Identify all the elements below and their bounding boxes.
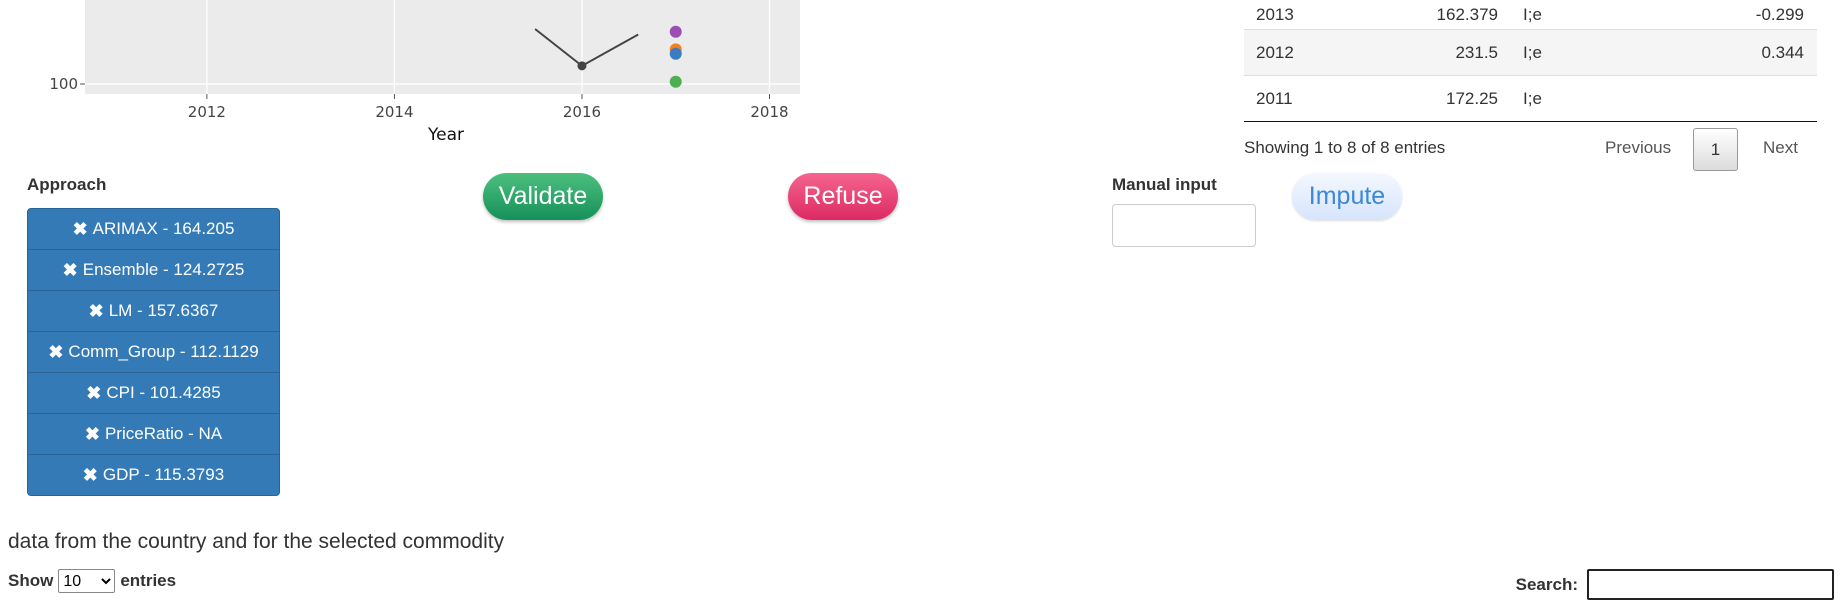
approach-item-label: LM - 157.6367 [108, 301, 219, 320]
remove-icon[interactable]: ✖ [86, 383, 101, 404]
length-entries-label: entries [120, 571, 177, 590]
table-length-control: Show 10 entries [8, 569, 176, 593]
cell-value: 162.379 [1436, 4, 1498, 24]
chart-points [669, 25, 682, 88]
approach-item-label: ARIMAX - 164.205 [92, 219, 235, 238]
validate-button[interactable]: Validate [483, 173, 603, 220]
approach-item[interactable]: ✖ Ensemble - 124.2725 [28, 249, 279, 290]
cell-change: -0.299 [1755, 4, 1804, 24]
approach-item[interactable]: ✖ ARIMAX - 164.205 [28, 209, 279, 249]
approach-item-label: Ensemble - 124.2725 [82, 260, 245, 279]
cell-year: 2011 [1244, 75, 1384, 122]
search-input[interactable] [1587, 569, 1834, 600]
cell-value: 231.5 [1384, 29, 1498, 76]
cell-change: 0.344 [1673, 29, 1817, 76]
plot-area [85, 0, 800, 94]
approach-item[interactable]: ✖ Comm_Group - 112.1129 [28, 331, 279, 372]
approach-item-label: GDP - 115.3793 [102, 465, 225, 484]
remove-icon[interactable]: ✖ [63, 260, 78, 281]
x-tick-label: 2014 [375, 103, 413, 121]
approach-item-label: PriceRatio - NA [104, 424, 223, 443]
series-point [577, 61, 587, 71]
data-table: 2013 162.379 I;e -0.299 2012 231.5 I;e 0.344 201… [1244, 0, 1817, 122]
remove-icon[interactable]: ✖ [73, 219, 88, 240]
pagination-previous[interactable]: Previous [1605, 138, 1671, 158]
cell-change [1673, 75, 1817, 122]
cell-flag: I;e [1498, 29, 1673, 76]
table-info: Showing 1 to 8 of 8 entries [1244, 138, 1446, 157]
x-axis-title: Year [427, 125, 464, 145]
approach-item-label: Comm_Group - 112.1129 [68, 342, 259, 361]
approach-item[interactable]: ✖ GDP - 115.3793 [28, 454, 279, 495]
approach-point [669, 47, 682, 60]
cell-year: 2013 [1256, 4, 1294, 24]
cell-year: 2012 [1244, 29, 1384, 76]
length-show-label: Show [8, 571, 54, 590]
x-tick-label: 2016 [563, 103, 601, 121]
approach-label: Approach [27, 175, 107, 194]
table-row: 2012 231.5 I;e 0.344 [1244, 29, 1817, 76]
time-series-chart: 2012 2014 2016 2018 100 Year [49, 0, 800, 145]
pagination-page-1[interactable]: 1 [1693, 128, 1738, 171]
entries-per-page-select[interactable]: 10 [58, 569, 116, 593]
manual-input-label: Manual input [1112, 175, 1217, 194]
section-caption: data from the country and for the select… [8, 530, 505, 553]
approach-item[interactable]: ✖ CPI - 101.4285 [28, 372, 279, 413]
table-row: 2013 162.379 I;e -0.299 [1244, 0, 1817, 30]
table-row: 2011 172.25 I;e [1244, 75, 1817, 122]
y-tick-label: 100 [49, 75, 78, 93]
refuse-button[interactable]: Refuse [788, 173, 898, 220]
cell-flag: I;e [1498, 75, 1673, 122]
approach-item[interactable]: ✖ LM - 157.6367 [28, 290, 279, 331]
cell-value: 172.25 [1384, 75, 1498, 122]
remove-icon[interactable]: ✖ [48, 342, 63, 363]
x-tick-label: 2012 [188, 103, 226, 121]
remove-icon[interactable]: ✖ [89, 301, 104, 322]
impute-button[interactable]: Impute [1292, 173, 1402, 220]
search-label: Search: [1515, 574, 1578, 594]
table-search: Search: [1516, 569, 1834, 600]
approach-list: ✖ ARIMAX - 164.205 ✖ Ensemble - 124.2725 ✖ LM… [27, 208, 280, 496]
remove-icon[interactable]: ✖ [83, 465, 98, 486]
approach-item[interactable]: ✖ PriceRatio - NA [28, 413, 279, 454]
remove-icon[interactable]: ✖ [85, 424, 100, 445]
x-tick-label: 2018 [750, 103, 788, 121]
approach-point [669, 25, 682, 38]
approach-point [669, 75, 682, 88]
manual-input-field[interactable] [1112, 204, 1256, 247]
approach-item-label: CPI - 101.4285 [106, 383, 221, 402]
pagination-next[interactable]: Next [1763, 138, 1798, 158]
cell-flag: I;e [1523, 4, 1542, 24]
